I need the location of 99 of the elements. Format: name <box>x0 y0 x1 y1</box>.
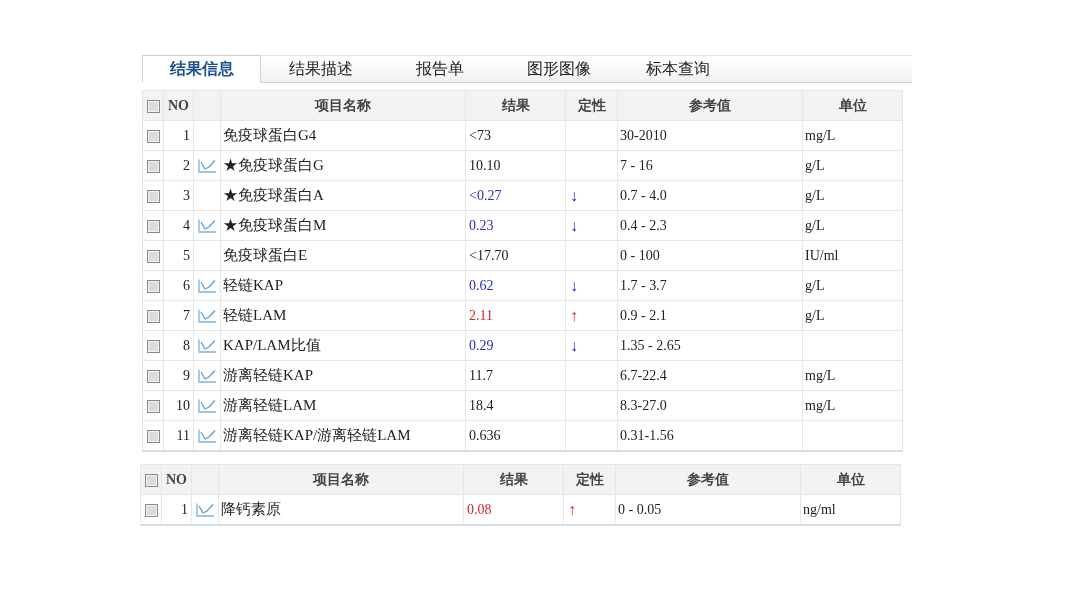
table-cell: 8.3-27.0 <box>617 390 803 421</box>
row-number: 9 <box>163 360 194 391</box>
checkbox[interactable] <box>146 159 160 173</box>
row-number: 10 <box>163 390 194 421</box>
line-chart-icon[interactable] <box>198 429 216 444</box>
tab[interactable]: 结果描述 <box>261 55 380 83</box>
line-chart-icon[interactable] <box>198 339 216 354</box>
table-cell: 免疫球蛋白E <box>220 240 466 271</box>
table-cell: 轻链KAP <box>220 270 466 301</box>
table-cell: g/L <box>802 150 903 181</box>
table-cell: IU/ml <box>802 240 903 271</box>
table-cell: 降钙素原 <box>218 494 464 525</box>
table-cell: ↓ <box>565 210 618 241</box>
table-cell: 0.23 <box>465 210 566 241</box>
table-cell: <0.27 <box>465 180 566 211</box>
line-chart-icon[interactable] <box>198 309 216 324</box>
table-cell: g/L <box>802 210 903 241</box>
checkbox[interactable] <box>146 219 160 233</box>
row-number: 2 <box>163 150 194 181</box>
table-cell: 1.7 - 3.7 <box>617 270 803 301</box>
line-chart-icon[interactable] <box>198 219 216 234</box>
table-cell: ↓ <box>565 180 618 211</box>
tab[interactable]: 图形图像 <box>499 55 618 83</box>
column-header: NO <box>163 90 194 121</box>
table-cell: 1.35 - 2.65 <box>617 330 803 361</box>
table-cell: 7 - 16 <box>617 150 803 181</box>
column-header: 单位 <box>800 464 901 495</box>
table-cell: 0.62 <box>465 270 566 301</box>
checkbox[interactable] <box>146 429 160 443</box>
table-cell: 游离轻链KAP/游离轻链LAM <box>220 420 466 451</box>
column-header: 项目名称 <box>218 464 464 495</box>
table-cell: 0.29 <box>465 330 566 361</box>
line-chart-icon[interactable] <box>198 369 216 384</box>
table-cell: ★免疫球蛋白G <box>220 150 466 181</box>
checkbox[interactable] <box>146 309 160 323</box>
checkbox[interactable] <box>146 369 160 383</box>
table-cell: ng/ml <box>800 494 901 525</box>
row-number: 3 <box>163 180 194 211</box>
table-cell: 0.4 - 2.3 <box>617 210 803 241</box>
table-cell: ↓ <box>565 330 618 361</box>
table-cell: mg/L <box>802 360 903 391</box>
checkbox[interactable] <box>146 189 160 203</box>
table-cell: 轻链LAM <box>220 300 466 331</box>
table-cell: 10.10 <box>465 150 566 181</box>
tab[interactable]: 标本查询 <box>618 55 737 83</box>
column-header: 项目名称 <box>220 90 466 121</box>
table-cell: mg/L <box>802 390 903 421</box>
table-cell: g/L <box>802 300 903 331</box>
table-cell: KAP/LAM比值 <box>220 330 466 361</box>
table-cell: ★免疫球蛋白A <box>220 180 466 211</box>
table-cell: 11.7 <box>465 360 566 391</box>
checkbox[interactable] <box>144 503 158 517</box>
table-cell: ★免疫球蛋白M <box>220 210 466 241</box>
table-cell: 0.31-1.56 <box>617 420 803 451</box>
column-header: 结果 <box>465 90 566 121</box>
checkbox[interactable] <box>146 399 160 413</box>
column-header: 单位 <box>802 90 903 121</box>
table-cell: <17.70 <box>465 240 566 271</box>
tab[interactable]: 结果信息 <box>142 55 261 83</box>
line-chart-icon[interactable] <box>198 159 216 174</box>
column-header: 定性 <box>563 464 616 495</box>
row-number: 4 <box>163 210 194 241</box>
line-chart-icon[interactable] <box>198 399 216 414</box>
row-number: 6 <box>163 270 194 301</box>
table-cell: 0.7 - 4.0 <box>617 180 803 211</box>
table-cell: 2.11 <box>465 300 566 331</box>
checkbox[interactable] <box>146 279 160 293</box>
table-cell: 游离轻链KAP <box>220 360 466 391</box>
table-cell: ↓ <box>565 270 618 301</box>
table-cell: 18.4 <box>465 390 566 421</box>
line-chart-icon[interactable] <box>196 503 214 518</box>
line-chart-icon[interactable] <box>198 279 216 294</box>
column-header: NO <box>161 464 192 495</box>
column-header: 参考值 <box>615 464 801 495</box>
table-cell: 30-2010 <box>617 120 803 151</box>
checkbox[interactable] <box>146 100 160 114</box>
row-number: 1 <box>163 120 194 151</box>
table-cell: 游离轻链LAM <box>220 390 466 421</box>
table-cell: ↑ <box>565 300 618 331</box>
checkbox[interactable] <box>146 249 160 263</box>
checkbox[interactable] <box>146 129 160 143</box>
table-cell: 0 - 0.05 <box>615 494 801 525</box>
table-cell: 6.7-22.4 <box>617 360 803 391</box>
table-cell: 0 - 100 <box>617 240 803 271</box>
table-cell: g/L <box>802 270 903 301</box>
table-cell: mg/L <box>802 120 903 151</box>
column-header: 参考值 <box>617 90 803 121</box>
checkbox[interactable] <box>144 474 158 488</box>
table-cell: <73 <box>465 120 566 151</box>
table-cell: g/L <box>802 180 903 211</box>
checkbox[interactable] <box>146 339 160 353</box>
tab[interactable]: 报告单 <box>380 55 499 83</box>
column-header: 结果 <box>463 464 564 495</box>
table-cell: 0.9 - 2.1 <box>617 300 803 331</box>
row-number: 5 <box>163 240 194 271</box>
row-number: 7 <box>163 300 194 331</box>
table-cell: 免疫球蛋白G4 <box>220 120 466 151</box>
row-number: 8 <box>163 330 194 361</box>
column-header: 定性 <box>565 90 618 121</box>
